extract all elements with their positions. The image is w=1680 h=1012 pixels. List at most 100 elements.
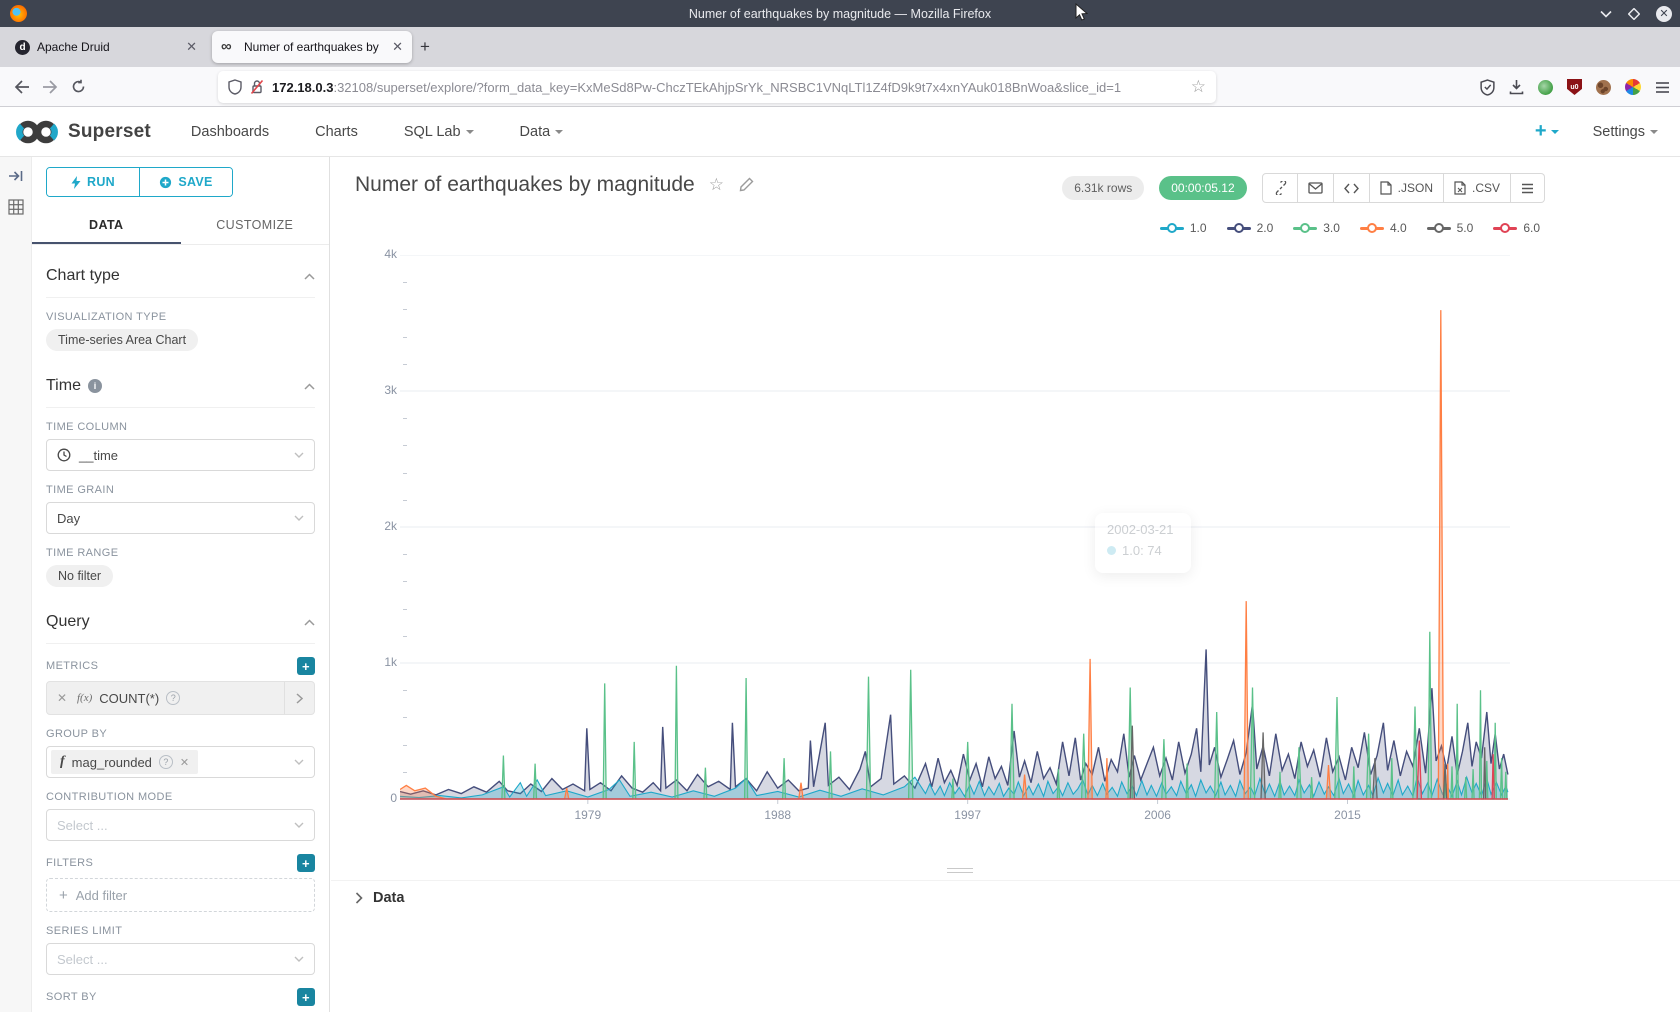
reload-icon[interactable] (64, 73, 92, 101)
url-path: :32108/superset/explore/?form_data_key=K… (333, 80, 1121, 95)
back-icon[interactable] (8, 73, 36, 101)
legend-marker-icon (1493, 223, 1517, 233)
tab-apache-druid[interactable]: d Apache Druid ✕ (6, 31, 206, 63)
browser-tab-strip: d Apache Druid ✕ ∞ Numer of earthquakes … (0, 27, 1680, 67)
legend-item-6.0[interactable]: 6.0 (1493, 221, 1540, 235)
embed-code-button[interactable] (1334, 173, 1370, 203)
plus-circle-icon (159, 176, 172, 189)
url-text[interactable]: 172.18.0.3:32108/superset/explore/?form_… (272, 80, 1183, 95)
brand-name: Superset (68, 121, 151, 143)
run-button[interactable]: RUN (47, 168, 140, 196)
nav-item-charts[interactable]: Charts (315, 124, 358, 140)
nav-item-dashboards[interactable]: Dashboards (191, 124, 269, 140)
save-button[interactable]: SAVE (140, 168, 232, 196)
bookmark-star-icon[interactable]: ☆ (1191, 77, 1206, 97)
legend-marker-icon (1227, 223, 1251, 233)
time-grain-value: Day (57, 511, 80, 526)
legend-item-4.0[interactable]: 4.0 (1360, 221, 1407, 235)
tab-close-icon[interactable]: ✕ (186, 39, 197, 55)
caret-right-icon[interactable] (284, 682, 314, 714)
series-limit-select[interactable]: Select ... (46, 943, 315, 975)
timeseries-area-chart[interactable] (400, 255, 1511, 811)
metric-count-item[interactable]: ✕ f(x) COUNT(*) ? (46, 681, 315, 715)
legend-marker-icon (1293, 223, 1317, 233)
remove-chip-icon[interactable]: ✕ (180, 756, 189, 769)
group-by-select[interactable]: f mag_rounded ? ✕ (46, 746, 315, 778)
legend-item-1.0[interactable]: 1.0 (1160, 221, 1207, 235)
time-range-label: TIME RANGE (46, 547, 118, 559)
forward-icon[interactable] (36, 73, 64, 101)
green-extension-icon[interactable] (1538, 80, 1553, 95)
window-close-icon[interactable]: ✕ (1656, 6, 1672, 22)
legend-item-2.0[interactable]: 2.0 (1227, 221, 1274, 235)
collapse-chevron-icon[interactable] (304, 273, 315, 280)
menu-hamburger-icon[interactable] (1655, 81, 1670, 94)
collapse-chevron-icon[interactable] (304, 383, 315, 390)
time-range-pill[interactable]: No filter (46, 565, 113, 587)
superset-favicon: ∞ (221, 42, 237, 52)
chevron-down-icon (294, 956, 304, 962)
export-json-button[interactable]: .JSON (1370, 173, 1444, 203)
insecure-lock-icon[interactable] (250, 79, 264, 95)
download-icon[interactable] (1509, 79, 1524, 95)
contribution-mode-select[interactable]: Select ... (46, 809, 315, 841)
data-panel-toggle[interactable]: Data (355, 890, 404, 906)
legend-item-5.0[interactable]: 5.0 (1427, 221, 1474, 235)
left-rail (0, 157, 32, 1012)
edit-properties-icon[interactable] (738, 177, 754, 193)
data-panel-label: Data (373, 890, 404, 906)
nav-item-sql-lab[interactable]: SQL Lab (404, 124, 474, 140)
add-filter-button[interactable]: + (297, 854, 315, 872)
add-filter-dropzone[interactable]: +Add filter (46, 878, 315, 912)
window-title: Numer of earthquakes by magnitude — Mozi… (0, 0, 1680, 27)
url-bar[interactable]: 172.18.0.3:32108/superset/explore/?form_… (218, 71, 1216, 103)
chart-tooltip: 2002-03-21 1.0: 74 (1095, 513, 1191, 573)
group-by-chip[interactable]: f mag_rounded ? ✕ (51, 750, 198, 774)
remove-metric-icon[interactable]: ✕ (47, 682, 77, 714)
envelope-icon (1308, 182, 1323, 194)
time-grain-select[interactable]: Day (46, 502, 315, 534)
tab-customize[interactable]: CUSTOMIZE (181, 209, 330, 244)
select-placeholder: Select ... (57, 952, 108, 967)
run-save-group: RUN SAVE (46, 167, 233, 197)
tracking-shield-icon[interactable] (228, 79, 242, 95)
series-limit-label: SERIES LIMIT (46, 925, 122, 937)
nav-item-data[interactable]: Data (520, 124, 564, 140)
clock-icon (57, 448, 71, 462)
code-icon (1344, 183, 1359, 194)
protections-shield-icon[interactable] (1480, 79, 1495, 96)
colorful-extension-icon[interactable] (1625, 79, 1641, 95)
window-maximize-icon[interactable] (1628, 8, 1640, 20)
query-timer-badge: 00:00:05.12 (1159, 176, 1246, 200)
export-csv-button[interactable]: .CSV (1444, 173, 1511, 203)
settings-menu[interactable]: Settings (1593, 124, 1658, 140)
select-placeholder: Select ... (57, 818, 108, 833)
favorite-star-icon[interactable]: ☆ (709, 175, 724, 195)
tab-earthquakes[interactable]: ∞ Numer of earthquakes by ✕ (212, 31, 412, 63)
chart-menu-button[interactable] (1511, 173, 1545, 203)
legend-item-3.0[interactable]: 3.0 (1293, 221, 1340, 235)
window-minimize-icon[interactable] (1600, 10, 1612, 18)
chart-area: Numer of earthquakes by magnitude ☆ 6.31… (331, 157, 1680, 1012)
viz-type-pill[interactable]: Time-series Area Chart (46, 329, 198, 351)
y-axis-label: 1k (357, 655, 397, 669)
expand-dataset-panel-icon[interactable] (8, 169, 24, 183)
email-button[interactable] (1298, 173, 1334, 203)
contribution-mode-label: CONTRIBUTION MODE (46, 791, 173, 803)
export-button-group: .JSON .CSV (1262, 173, 1545, 203)
ublock-origin-icon[interactable]: u0 (1567, 79, 1582, 95)
add-sort-button[interactable]: + (297, 988, 315, 1006)
tab-close-icon[interactable]: ✕ (392, 39, 403, 55)
dataset-grid-icon[interactable] (8, 199, 24, 215)
tab-data[interactable]: DATA (32, 209, 181, 244)
collapse-chevron-icon[interactable] (304, 619, 315, 626)
copy-link-button[interactable] (1262, 173, 1298, 203)
new-chart-plus-button[interactable]: + (1535, 120, 1559, 143)
time-column-value: __time (79, 448, 118, 463)
new-tab-button[interactable]: + (420, 37, 430, 57)
add-metric-button[interactable]: + (297, 657, 315, 675)
cookie-extension-icon[interactable] (1596, 80, 1611, 95)
panel-resize-handle[interactable] (947, 865, 973, 876)
superset-logo[interactable]: Superset (14, 118, 151, 146)
time-column-select[interactable]: __time (46, 439, 315, 471)
